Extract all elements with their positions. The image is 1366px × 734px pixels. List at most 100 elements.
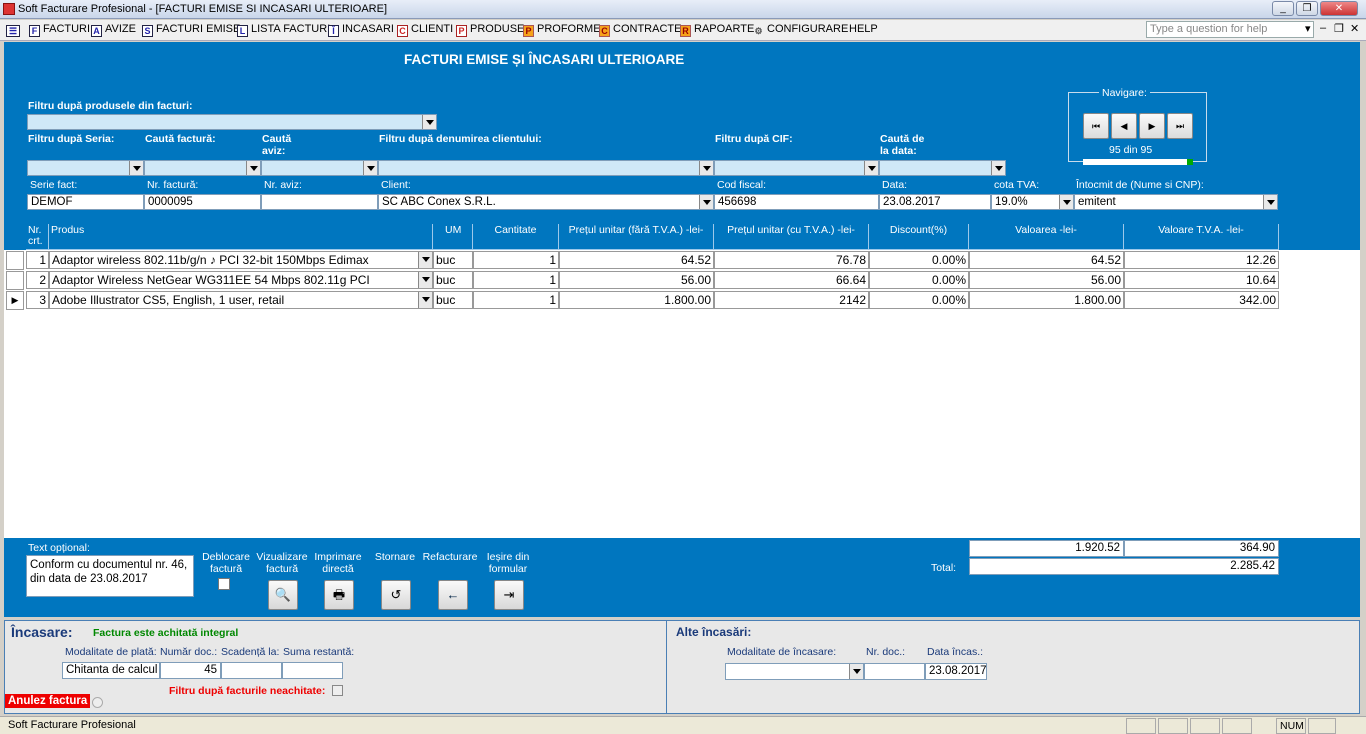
cell-produs[interactable]: Adaptor wireless 802.11b/g/n ♪ PCI 32-bi… [49,251,433,269]
menu-facturi[interactable]: F FACTURI [29,23,90,37]
menu-clienti[interactable]: C CLIENTI [397,23,453,37]
cell-um[interactable]: buc [433,291,473,309]
menu-rapoarte[interactable]: R RAPOARTE [680,23,754,37]
mdi-close-button[interactable]: ✕ [1350,22,1359,35]
filter-series-select[interactable] [27,160,144,176]
cell-cantitate[interactable]: 1 [473,251,559,269]
rapoarte-icon: R [680,25,691,37]
cell-valoare[interactable]: 56.00 [969,271,1124,289]
nr-aviz-field[interactable] [261,194,378,210]
nav-prev-button[interactable]: ◀ [1111,113,1137,139]
maximize-button[interactable]: ❐ [1296,1,1318,16]
menu-incasari[interactable]: Î INCASARI [328,23,394,37]
filter-cif-select[interactable] [714,160,879,176]
col-pu-header: Prețul unitar (fără T.V.A.) -lei- [559,224,714,250]
cell-um[interactable]: buc [433,251,473,269]
data-field[interactable]: 23.08.2017 [879,194,991,210]
cell-discount[interactable]: 0.00% [869,251,969,269]
suma-restanta-field[interactable] [282,662,343,679]
cell-puc[interactable]: 66.64 [714,271,869,289]
deblocare-checkbox[interactable] [218,578,230,590]
cell-produs[interactable]: Adaptor Wireless NetGear WG311EE 54 Mbps… [49,271,433,289]
cell-tva[interactable]: 10.64 [1124,271,1279,289]
close-button[interactable]: ✕ [1320,1,1358,16]
cell-produs[interactable]: Adobe Illustrator CS5, English, 1 user, … [49,291,433,309]
total-value: 2.285.42 [969,558,1279,575]
avize-icon: A [91,25,102,37]
cell-cantitate[interactable]: 1 [473,291,559,309]
preview-button[interactable]: 🔍 [268,580,298,610]
menu-configurare[interactable]: ⚙ CONFIGURARE [753,23,848,38]
cell-nr: 1 [26,251,49,269]
help-dropdown-icon[interactable]: ▾ [1305,22,1311,35]
scadenta-field[interactable] [221,662,282,679]
menu-contracte[interactable]: C CONTRACTE [599,23,681,37]
text-optional-field[interactable]: Conform cu documentul nr. 46, din data d… [26,555,194,597]
nr-doc-field[interactable]: 45 [160,662,221,679]
mdi-minimize-button[interactable]: – [1320,22,1326,34]
status-panel [1158,718,1188,734]
row-selector[interactable] [6,271,24,290]
cota-tva-select[interactable]: 19.0% [991,194,1074,210]
menu-grid-icon[interactable]: ☰ [6,23,23,37]
intocmit-label: Întocmit de (Nume si CNP): [1076,179,1204,191]
modalitate-incasare-select[interactable] [725,663,864,680]
anulez-factura-button[interactable]: Anulez factura [5,694,91,708]
exit-button[interactable]: ⇥ [494,580,524,610]
search-invoice-label: Caută factură: [145,133,216,145]
print-button[interactable]: 🖶 [324,580,354,610]
menu-avize[interactable]: A AVIZE [91,23,136,37]
alte-nr-doc-field[interactable] [864,663,925,680]
cell-valoare[interactable]: 1.800.00 [969,291,1124,309]
cell-pu[interactable]: 1.800.00 [559,291,714,309]
row-selector[interactable] [6,251,24,270]
total-label: Total: [931,562,957,574]
cell-discount[interactable]: 0.00% [869,291,969,309]
cell-pu[interactable]: 56.00 [559,271,714,289]
help-search-input[interactable]: Type a question for help [1146,21,1314,38]
menu-proforme[interactable]: P PROFORME [523,23,601,37]
cell-pu[interactable]: 64.52 [559,251,714,269]
cell-cantitate[interactable]: 1 [473,271,559,289]
data-incasare-field[interactable]: 23.08.2017 [925,663,987,680]
refacturare-button[interactable]: ← [438,580,468,610]
nr-factura-field[interactable]: 0000095 [144,194,261,210]
cell-puc[interactable]: 2142 [714,291,869,309]
filter-unpaid-checkbox[interactable] [332,685,343,696]
cod-fiscal-field[interactable]: 456698 [714,194,879,210]
mod-plata-field[interactable]: Chitanta de calcul [62,662,160,679]
nav-next-button[interactable]: ▶ [1139,113,1165,139]
cell-valoare[interactable]: 64.52 [969,251,1124,269]
chevron-down-icon[interactable] [422,115,436,129]
mdi-restore-button[interactable]: ❐ [1334,22,1344,35]
menu-facturi-emise[interactable]: S FACTURI EMISE [142,23,240,37]
cell-puc[interactable]: 76.78 [714,251,869,269]
cell-tva[interactable]: 12.26 [1124,251,1279,269]
filter-client-select[interactable] [378,160,714,176]
menu-produse[interactable]: P PRODUSE [456,23,524,37]
filter-products-select[interactable] [27,114,437,130]
arrow-left-icon: ← [446,587,460,602]
menu-lista-facturi[interactable]: L LISTA FACTURI [237,23,330,37]
nr-doc-label: Număr doc.: [160,646,218,658]
cell-discount[interactable]: 0.00% [869,271,969,289]
client-select[interactable]: SC ABC Conex S.R.L. [378,194,714,210]
nav-last-button[interactable]: ⏭ [1167,113,1193,139]
cell-tva[interactable]: 342.00 [1124,291,1279,309]
cell-um[interactable]: buc [433,271,473,289]
intocmit-select[interactable]: emitent [1074,194,1278,210]
anulez-radio[interactable] [92,697,103,708]
search-aviz-select[interactable] [261,160,378,176]
data-incasare-label: Data încas.: [927,646,984,658]
search-date-select[interactable] [879,160,1006,176]
serie-field[interactable]: DEMOF [27,194,144,210]
filter-client-label: Filtru după denumirea clientului: [379,133,542,145]
col-nr-header: Nr. crt. [26,224,49,250]
search-invoice-select[interactable] [144,160,261,176]
text-optional-label: Text opțional: [28,542,90,554]
nav-first-button[interactable]: ⏮ [1083,113,1109,139]
current-row-arrow-icon[interactable]: ▶ [6,291,24,310]
storno-button[interactable]: ↺ [381,580,411,610]
minimize-button[interactable]: _ [1272,1,1294,16]
menu-help[interactable]: HELP [849,23,878,35]
